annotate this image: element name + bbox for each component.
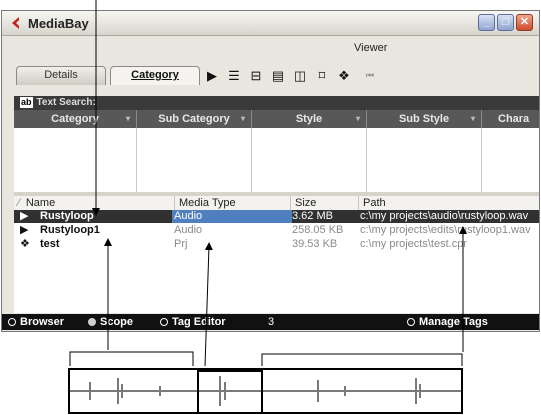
manage-tags-toggle[interactable]: Manage Tags: [407, 314, 488, 330]
radio-off-icon: [407, 318, 415, 326]
tag-editor-label: Tag Editor: [172, 316, 226, 328]
character-column-label: Chara: [498, 113, 530, 125]
results-list: ▶ Rustyloop Audio 3.62 MB c:\my projects…: [14, 210, 539, 313]
result-media-type: Prj: [174, 238, 188, 250]
minimize-icon: _: [483, 16, 490, 28]
result-name: test: [40, 238, 60, 250]
waveform-graphic: [70, 370, 461, 412]
result-media-type: Audio: [172, 210, 292, 223]
minimize-button[interactable]: _: [478, 14, 495, 31]
result-path: c:\my projects\test.cpr: [360, 238, 467, 250]
tab-details-label: Details: [44, 69, 78, 81]
tab-category[interactable]: Category: [110, 66, 200, 85]
results-header: ⁄ Name Media Type Size Path: [14, 196, 539, 211]
sort-icon: ⁄: [18, 197, 20, 209]
toolbar: Details Category ▶ ☰ ⊟ ▤ ◫ ⌑ ❖ ⏮: [2, 55, 539, 85]
scope-label: Scope: [100, 316, 134, 328]
dropdown-arrow-icon[interactable]: ▾: [126, 110, 130, 128]
dropdown-arrow-icon[interactable]: ▾: [241, 110, 245, 128]
dropdown-arrow-icon[interactable]: ▾: [356, 110, 360, 128]
manage-tags-label: Manage Tags: [419, 316, 488, 328]
text-search-bar[interactable]: ab Text Search:: [14, 96, 539, 110]
project-cube-icon: ❖: [20, 238, 30, 250]
result-size: 39.53 KB: [292, 238, 338, 250]
status-bar: Browser Scope Tag Editor 3 Manage Tags: [2, 314, 539, 330]
maximize-button[interactable]: □: [497, 14, 514, 31]
browser-toggle[interactable]: Browser: [8, 314, 64, 330]
result-path: c:\my projects\edits\rustyloop1.wav: [360, 224, 531, 236]
subcategory-column-header[interactable]: Sub Category ▾: [137, 110, 252, 128]
size-column-label: Size: [295, 197, 317, 209]
region-bracket: [261, 353, 463, 366]
character-column-header[interactable]: Chara: [482, 110, 539, 128]
path-column-label: Path: [363, 197, 386, 209]
close-button[interactable]: ✕: [516, 14, 533, 31]
mediatype-column-header[interactable]: Media Type: [174, 196, 290, 210]
result-path: c:\my projects\audio\rustyloop.wav: [360, 210, 529, 222]
close-icon: ✕: [519, 16, 530, 28]
tab-category-label: Category: [131, 69, 179, 81]
tab-details[interactable]: Details: [16, 66, 106, 85]
audio-play-icon[interactable]: ▶: [20, 210, 28, 223]
region-bracket: [69, 351, 194, 366]
dropdown-arrow-icon[interactable]: ▾: [471, 110, 475, 128]
window-title: MediaBay: [28, 16, 89, 31]
category-filter-lists[interactable]: [14, 128, 539, 192]
radio-on-icon: [88, 318, 96, 326]
play-icon[interactable]: ▶: [204, 68, 220, 84]
stop-lines-icon[interactable]: ☰: [226, 68, 242, 84]
result-media-type: Audio: [174, 224, 203, 236]
column-divider: [251, 128, 252, 192]
copy-icon[interactable]: ◫: [292, 68, 308, 84]
mediabay-window: MediaBay _ □ ✕ Viewer Details Category ▶…: [1, 10, 540, 332]
subcategory-column-label: Sub Category: [158, 113, 230, 125]
bracket-icon[interactable]: ⊟: [248, 68, 264, 84]
title-bar[interactable]: MediaBay _ □ ✕: [2, 11, 539, 36]
text-search-label: Text Search:: [36, 97, 96, 108]
result-row[interactable]: ❖ test Prj 39.53 KB c:\my projects\test.…: [14, 238, 539, 251]
result-size: 3.62 MB: [292, 210, 333, 222]
name-column-label: Name: [25, 197, 56, 209]
category-column-label: Category: [51, 113, 99, 125]
radio-off-icon: [160, 318, 168, 326]
substyle-column-header[interactable]: Sub Style ▾: [367, 110, 482, 128]
style-column-header[interactable]: Style ▾: [252, 110, 367, 128]
scope-toggle[interactable]: Scope: [88, 314, 133, 330]
mediabay-logo-icon: [12, 17, 19, 29]
tag-editor-toggle[interactable]: Tag Editor: [160, 314, 226, 330]
size-column-header[interactable]: Size: [290, 196, 358, 210]
column-divider: [481, 128, 482, 192]
category-column-header[interactable]: Category ▾: [14, 110, 137, 128]
name-column-header[interactable]: ⁄ Name: [14, 196, 174, 210]
substyle-column-label: Sub Style: [398, 113, 450, 125]
text-search-icon: ab: [20, 97, 33, 108]
rewind-icon[interactable]: ⏮: [362, 68, 378, 84]
category-filter-header: Category ▾ Sub Category ▾ Style ▾ Sub Style…: [14, 110, 539, 128]
browser-label: Browser: [20, 316, 65, 328]
result-name: Rustyloop1: [40, 224, 100, 236]
audio-play-icon[interactable]: ▶: [20, 224, 28, 237]
mediatype-column-label: Media Type: [179, 197, 236, 209]
result-count: 3: [268, 316, 275, 328]
style-column-label: Style: [295, 113, 323, 125]
path-column-header[interactable]: Path: [358, 196, 539, 210]
result-row[interactable]: ▶ Rustyloop1 Audio 258.05 KB c:\my proje…: [14, 224, 539, 237]
audio-waveform: [68, 368, 463, 414]
result-row[interactable]: ▶ Rustyloop Audio 3.62 MB c:\my projects…: [14, 210, 539, 223]
result-size: 258.05 KB: [292, 224, 344, 236]
radio-off-icon: [8, 318, 16, 326]
frame-icon[interactable]: ⌑: [314, 68, 330, 84]
cube-icon[interactable]: ❖: [336, 68, 352, 84]
list-icon[interactable]: ▤: [270, 68, 286, 84]
viewer-label: Viewer: [354, 42, 388, 54]
result-name: Rustyloop: [40, 210, 94, 222]
maximize-icon: □: [502, 16, 509, 28]
column-divider: [366, 128, 367, 192]
column-divider: [136, 128, 137, 192]
